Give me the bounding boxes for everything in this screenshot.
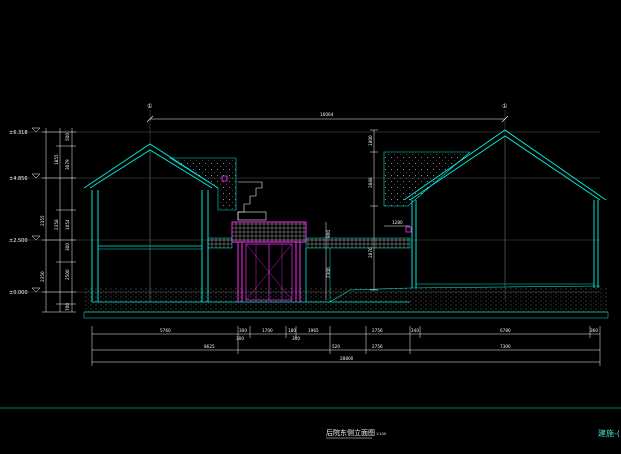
right-dim-2: 2870	[368, 247, 373, 258]
left-house-hatch	[168, 157, 237, 211]
right-building-marker	[405, 226, 412, 233]
axis-label-right: ①	[502, 103, 507, 110]
dim-row1-4: 1965	[308, 328, 319, 333]
dim-row1-0: 5760	[160, 328, 171, 333]
top-dim-overall: 16064	[320, 112, 334, 117]
dim-row2-2: 2756	[372, 344, 383, 349]
left-dim-6: 300	[65, 243, 70, 251]
stair	[237, 181, 267, 221]
gate-dim-0: 900	[326, 230, 331, 238]
dim-row1-sub-1: 300	[292, 336, 300, 341]
level-markers: ±6.318 ±4.856 ±2.500 ±0.000	[9, 127, 41, 296]
dim-row1-3: 180	[288, 328, 296, 333]
level-label-ground: ±0.000	[9, 290, 28, 296]
bottom-dim-labels: 5760 300 1700 180 1965 2756 240 6780 360…	[160, 328, 598, 361]
left-dim-0: 500	[65, 133, 70, 141]
elevation-drawing: 500 1855 3079 2358 1054 2500 300 700 235…	[0, 103, 621, 439]
drawing-title: 后院东侧立面图	[326, 428, 375, 437]
dim-row2-3: 7300	[500, 344, 511, 349]
dim-row3-0: 28800	[340, 356, 354, 361]
left-dim-3: 2358	[54, 219, 59, 230]
left-dim-outer-0: 2355	[40, 215, 45, 226]
right-dim-0: 1800	[368, 135, 373, 146]
left-dim-1: 1855	[54, 154, 59, 165]
axis-label-left: ①	[147, 103, 152, 110]
title-block: 后院东侧立面图 1:100 建施-(	[0, 407, 621, 439]
left-dim-4: 1054	[65, 219, 70, 230]
left-dim-outer-1: 2350	[40, 271, 45, 282]
right-dim-1: 2888	[368, 177, 373, 188]
level-label-floor2: ±2.500	[9, 238, 28, 244]
drawing-scale: 1:100	[376, 432, 386, 436]
left-dimension-inner-labels: 500 1855 3079 2358 1054 2500 300 700 235…	[40, 133, 70, 311]
level-label-top: ±6.318	[9, 130, 28, 136]
dim-row1-2: 1700	[262, 328, 273, 333]
dim-row1-1: 300	[239, 328, 247, 333]
dim-row1-8: 360	[590, 328, 598, 333]
dim-row2-1: 520	[332, 344, 340, 349]
dim-row1-6: 240	[411, 328, 419, 333]
level-label-ridge: ±4.856	[9, 176, 28, 182]
ground-band	[83, 285, 609, 319]
sheet-label: 建施-(	[598, 428, 620, 438]
right-building-hatch	[383, 151, 471, 207]
roof-dim-0: 1280	[392, 220, 403, 225]
dim-row1-5: 2756	[372, 328, 383, 333]
left-dim-2: 3079	[65, 159, 70, 170]
dim-row1-sub-0: 300	[236, 336, 244, 341]
dim-row1-7: 6780	[500, 328, 511, 333]
left-dimension-stack	[42, 128, 76, 313]
left-dim-7: 700	[65, 303, 70, 311]
left-dim-5: 2500	[65, 269, 70, 280]
dim-row2-0: 8625	[204, 344, 215, 349]
level-lines	[14, 131, 600, 293]
